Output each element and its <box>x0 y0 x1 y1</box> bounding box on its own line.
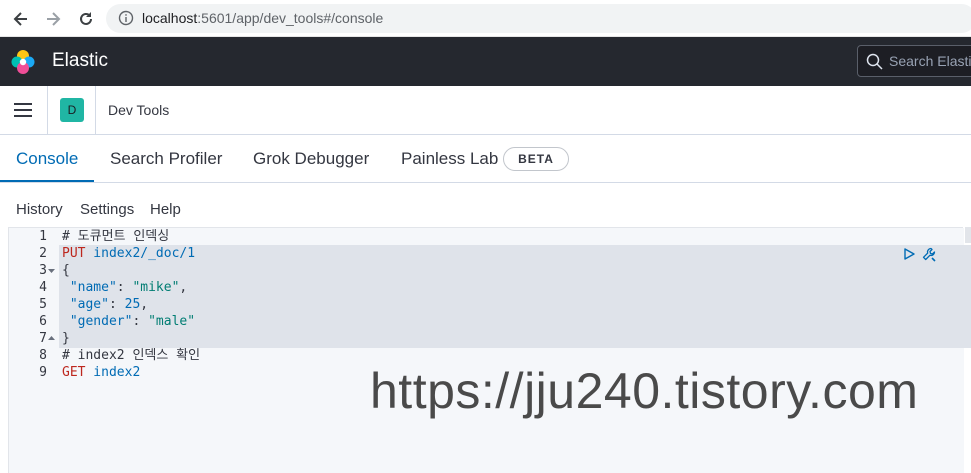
json-comma: , <box>179 280 188 295</box>
line-number: 7 <box>39 331 47 346</box>
line-number: 5 <box>39 297 47 312</box>
code-text: { <box>62 263 70 278</box>
code-comment: # 도큐먼트 인덱싱 <box>62 229 170 244</box>
code-text: GET index2 <box>62 364 140 381</box>
fold-up-icon[interactable] <box>48 335 55 342</box>
code-text: "name": "mike", <box>62 279 187 296</box>
line-number: 8 <box>39 348 47 363</box>
info-icon[interactable] <box>118 10 134 26</box>
search-placeholder: Search Elastic <box>889 53 971 69</box>
tab-console[interactable]: Console <box>16 149 78 169</box>
breadcrumb-title: Dev Tools <box>108 102 170 118</box>
line-number: 3 <box>39 263 47 278</box>
line-number: 6 <box>39 314 47 329</box>
tab-search-profiler[interactable]: Search Profiler <box>110 149 222 169</box>
json-sep: : <box>116 280 133 295</box>
code-line: 3 { <box>9 262 964 279</box>
hamburger-menu-icon[interactable] <box>14 102 34 118</box>
console-menu: History Settings Help <box>0 183 971 227</box>
back-button[interactable] <box>10 8 32 30</box>
arrow-left-icon <box>13 12 27 26</box>
code-line: 4 "name": "mike", <box>9 279 964 296</box>
reload-icon <box>80 12 92 25</box>
console-editor[interactable]: 1 # 도큐먼트 인덱싱 2 PUT index2/_doc/1 3 { 4 "… <box>8 227 971 473</box>
reload-button[interactable] <box>75 8 97 30</box>
scrollbar[interactable] <box>965 227 971 243</box>
code-line: 6 "gender": "male" <box>9 313 964 330</box>
line-number: 9 <box>39 365 47 380</box>
tab-painless-lab[interactable]: Painless Lab <box>401 149 498 169</box>
active-tab-indicator <box>0 180 94 182</box>
arrow-right-icon <box>47 12 61 26</box>
http-method: PUT <box>62 246 86 261</box>
code-comment: # index2 인덱스 확인 <box>62 348 201 363</box>
code-line: 7 } <box>9 330 964 347</box>
json-value: 25 <box>124 297 141 312</box>
code-text: PUT index2/_doc/1 <box>62 245 195 262</box>
breadcrumb-bar: D Dev Tools <box>0 86 971 135</box>
address-bar[interactable]: localhost:5601/app/dev_tools#/console <box>106 4 971 33</box>
fold-down-icon[interactable] <box>48 267 55 274</box>
global-search[interactable]: Search Elastic <box>857 45 971 77</box>
brand-name[interactable]: Elastic <box>52 50 108 72</box>
code-line: 5 "age": 25, <box>9 296 964 313</box>
json-value: "male" <box>148 314 196 329</box>
settings-link[interactable]: Settings <box>80 201 134 218</box>
line-number: 2 <box>39 246 47 261</box>
watermark-text: https://jju240.tistory.com <box>370 363 919 419</box>
history-link[interactable]: History <box>16 201 63 218</box>
header-divider <box>95 86 96 134</box>
request-url: index2/_doc/1 <box>85 246 196 261</box>
line-number: 1 <box>39 229 47 244</box>
code-text: "age": 25, <box>62 296 148 313</box>
json-key: "name" <box>62 280 117 295</box>
code-text: } <box>62 331 70 346</box>
tab-grok-debugger[interactable]: Grok Debugger <box>253 149 369 169</box>
json-value: "mike" <box>132 280 180 295</box>
json-comma: , <box>140 297 149 312</box>
code-line: 2 PUT index2/_doc/1 <box>9 245 964 262</box>
json-sep: : <box>132 314 149 329</box>
json-sep: : <box>108 297 125 312</box>
elastic-logo-icon[interactable] <box>10 49 36 75</box>
url-path: :5601/app/dev_tools#/console <box>197 10 384 26</box>
browser-toolbar: localhost:5601/app/dev_tools#/console <box>0 0 971 37</box>
help-link[interactable]: Help <box>150 201 181 218</box>
beta-badge: BETA <box>503 147 569 171</box>
code-text: "gender": "male" <box>62 313 195 330</box>
url-text: localhost:5601/app/dev_tools#/console <box>142 10 383 26</box>
kibana-header: Elastic Search Elastic <box>0 37 971 86</box>
url-host: localhost <box>142 10 198 26</box>
space-avatar[interactable]: D <box>60 98 84 122</box>
forward-button[interactable] <box>42 8 64 30</box>
json-key: "gender" <box>62 314 133 329</box>
code-line: 1 # 도큐먼트 인덱싱 <box>9 228 964 245</box>
line-number: 4 <box>39 280 47 295</box>
search-icon <box>866 53 883 70</box>
header-divider <box>47 86 48 134</box>
play-icon[interactable] <box>902 247 916 261</box>
http-method: GET <box>62 365 86 380</box>
request-url: index2 <box>85 365 141 380</box>
dev-tools-tabs: Console Search Profiler Grok Debugger Pa… <box>0 135 971 183</box>
json-key: "age" <box>62 297 109 312</box>
wrench-icon[interactable] <box>921 246 938 263</box>
